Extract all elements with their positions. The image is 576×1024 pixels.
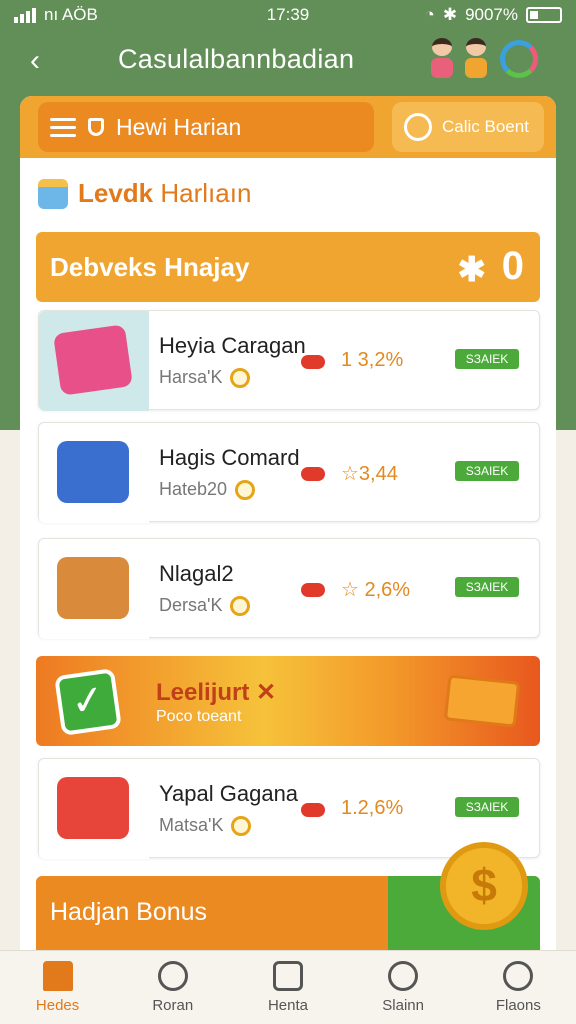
- item-thumbnail: [39, 423, 149, 523]
- promo-subtitle: Poco toeant: [156, 708, 242, 725]
- item-subtitle: Hateb20: [159, 479, 256, 500]
- search-icon: [388, 961, 419, 991]
- nav-label: Flaons: [495, 997, 541, 1014]
- avatar: [428, 38, 456, 78]
- promo-title: Leelijurt ✕: [156, 679, 277, 706]
- star-icon: ✱: [457, 251, 487, 289]
- daily-banner[interactable]: Debveks Hnajay ✱ 0: [36, 232, 540, 302]
- basket-icon: [57, 557, 129, 619]
- nav-label: Henta: [267, 997, 308, 1014]
- document-icon: [272, 961, 303, 991]
- battery-icon: [526, 7, 562, 23]
- item-value: ☆ 2,6%: [341, 579, 411, 601]
- nav-item-document[interactable]: Henta: [243, 961, 333, 1014]
- bottom-nav: Hedes Roran Henta Slainn Flaons: [0, 950, 576, 1024]
- avatar: [462, 38, 490, 78]
- nav-item-account[interactable]: Flaons: [473, 961, 563, 1014]
- status-badge[interactable]: SЗAIEK: [455, 577, 519, 597]
- carrier-label: nı AÖB: [44, 5, 98, 24]
- red-tag-icon: [301, 467, 325, 481]
- list-item[interactable]: Heyia Caragan Harsa'K 1 3,2% SЗAIEK: [38, 310, 540, 411]
- page-title: Casulalbannbadian: [118, 44, 355, 74]
- list-item[interactable]: Nlagal2 Dersa'K ☆ 2,6% SЗAIEK: [38, 538, 540, 639]
- item-thumbnail: [39, 311, 149, 411]
- section-title: Levdk Harlıaın: [78, 178, 252, 208]
- bonus-title: Hadjan Bonus: [50, 898, 208, 926]
- nav-item-profile[interactable]: Roran: [128, 961, 218, 1014]
- nav-label: Hedes: [35, 997, 80, 1014]
- collect-coin-button[interactable]: Calic Boent: [392, 102, 544, 152]
- app-logo-icon[interactable]: [500, 40, 538, 78]
- item-thumbnail: [39, 539, 149, 639]
- red-tag-icon: [301, 355, 325, 369]
- gift-box-icon: [38, 178, 68, 209]
- item-thumbnail: [39, 759, 149, 859]
- coin-icon: [404, 113, 432, 141]
- profile-icon: [157, 961, 188, 991]
- banner-title: Debveks Hnajay: [50, 251, 250, 282]
- daily-menu-label: Hewi Harian: [116, 113, 242, 140]
- back-button[interactable]: ‹: [30, 44, 64, 78]
- gift-bundle-icon: [57, 777, 129, 839]
- coin-icon: [230, 367, 251, 388]
- nav-item-home[interactable]: Hedes: [13, 961, 103, 1014]
- item-subtitle: Harsa'K: [159, 367, 251, 388]
- red-tag-icon: [301, 803, 325, 817]
- item-value: ☆3,44: [341, 463, 398, 485]
- card-stack-icon: [53, 324, 133, 396]
- card-toolbar: Hewi Harian Calic Boent: [20, 96, 556, 158]
- bluetooth-icon: ✱: [442, 5, 458, 24]
- item-name: Nlagal2: [159, 561, 234, 586]
- treasure-chest-icon: [443, 674, 521, 728]
- checkmark-icon: ✓: [54, 668, 122, 736]
- item-value: 1.2,6%: [341, 797, 404, 819]
- avatar-group[interactable]: [428, 38, 490, 78]
- app-header: ‹ Casulalbannbadian: [0, 36, 576, 86]
- coin-icon: [235, 479, 256, 500]
- status-badge[interactable]: SЗAIEK: [455, 349, 519, 369]
- item-value: 1 3,2%: [341, 349, 404, 371]
- section-header: Levdk Harlıaın: [38, 178, 251, 209]
- promo-banner[interactable]: ✓ Leelijurt ✕ Poco toeant: [36, 656, 540, 746]
- list-item[interactable]: Yapal Gagana Matsa'K 1.2,6% SЗAIEK: [38, 758, 540, 859]
- dollar-coin-icon[interactable]: $: [440, 842, 528, 930]
- status-bar: nı AÖB 17:39 ◔ ✱ 9007%: [0, 0, 576, 30]
- list-item[interactable]: Hagis Comard Hateb20 ☆3,44 SЗAIEK: [38, 422, 540, 523]
- daily-menu-button[interactable]: Hewi Harian: [38, 102, 374, 152]
- home-icon: [42, 961, 73, 991]
- nav-label: Roran: [152, 997, 194, 1014]
- wifi-icon: ◔: [424, 5, 435, 24]
- item-name: Hagis Comard: [159, 445, 300, 470]
- coin-icon: [230, 595, 251, 616]
- item-name: Yapal Gagana: [159, 781, 299, 806]
- nav-item-search[interactable]: Slainn: [358, 961, 448, 1014]
- red-tag-icon: [301, 583, 325, 597]
- status-badge[interactable]: SЗAIEK: [455, 461, 519, 481]
- status-badge[interactable]: SЗAIEK: [455, 797, 519, 817]
- signal-icon: [14, 7, 36, 23]
- item-subtitle: Dersa'K: [159, 595, 251, 616]
- coin-icon: [231, 815, 252, 836]
- tablet-icon: [57, 441, 129, 503]
- account-icon: [503, 961, 534, 991]
- nav-label: Slainn: [382, 997, 424, 1014]
- item-subtitle: Matsa'K: [159, 815, 252, 836]
- hamburger-icon: [50, 117, 76, 137]
- chevron-left-icon: ‹: [30, 44, 40, 77]
- collect-coin-label: Calic Boent: [442, 117, 529, 136]
- banner-count: 0: [501, 244, 524, 288]
- battery-percent: 9007%: [465, 5, 518, 24]
- shield-icon: [88, 118, 104, 136]
- item-name: Heyia Caragan: [159, 333, 306, 358]
